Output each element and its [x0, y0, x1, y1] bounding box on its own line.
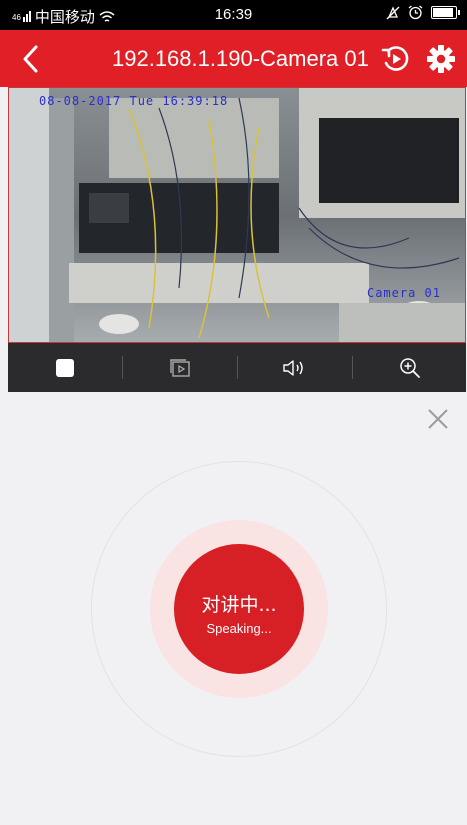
- page-title: 192.168.1.190-Camera 01: [112, 46, 369, 71]
- osd-datetime: 08-08-2017 Tue 16:39:18: [39, 94, 229, 108]
- alarm-icon: [408, 5, 423, 20]
- back-button[interactable]: [14, 42, 48, 76]
- settings-gear-icon[interactable]: [425, 43, 457, 75]
- volume-button[interactable]: [238, 343, 352, 392]
- playback-control-bar: [8, 343, 466, 392]
- zoom-button[interactable]: [353, 343, 467, 392]
- stop-icon: [56, 358, 74, 377]
- zoom-in-icon: [400, 357, 420, 378]
- camera-feed-image: [9, 88, 465, 342]
- app-header: 192.168.1.190-Camera 01: [0, 30, 467, 87]
- stop-button[interactable]: [8, 343, 122, 392]
- mute-icon: [386, 5, 400, 19]
- volume-icon: [283, 359, 303, 376]
- talk-button[interactable]: 对讲中... Speaking...: [174, 544, 304, 674]
- battery-icon: [431, 6, 460, 19]
- playback-history-button[interactable]: [380, 43, 412, 75]
- status-bar: 46 中国移动 16:39: [0, 0, 467, 30]
- talk-label-cn: 对讲中...: [201, 594, 277, 616]
- status-right: [386, 5, 460, 20]
- playback-button[interactable]: [123, 343, 237, 392]
- osd-camera-name: Camera 01: [366, 286, 441, 300]
- talk-label-en: Speaking...: [206, 621, 272, 636]
- close-icon[interactable]: [424, 405, 452, 433]
- live-video-view[interactable]: 08-08-2017 Tue 16:39:18 Camera 01: [8, 87, 466, 343]
- playback-icon: [170, 358, 190, 377]
